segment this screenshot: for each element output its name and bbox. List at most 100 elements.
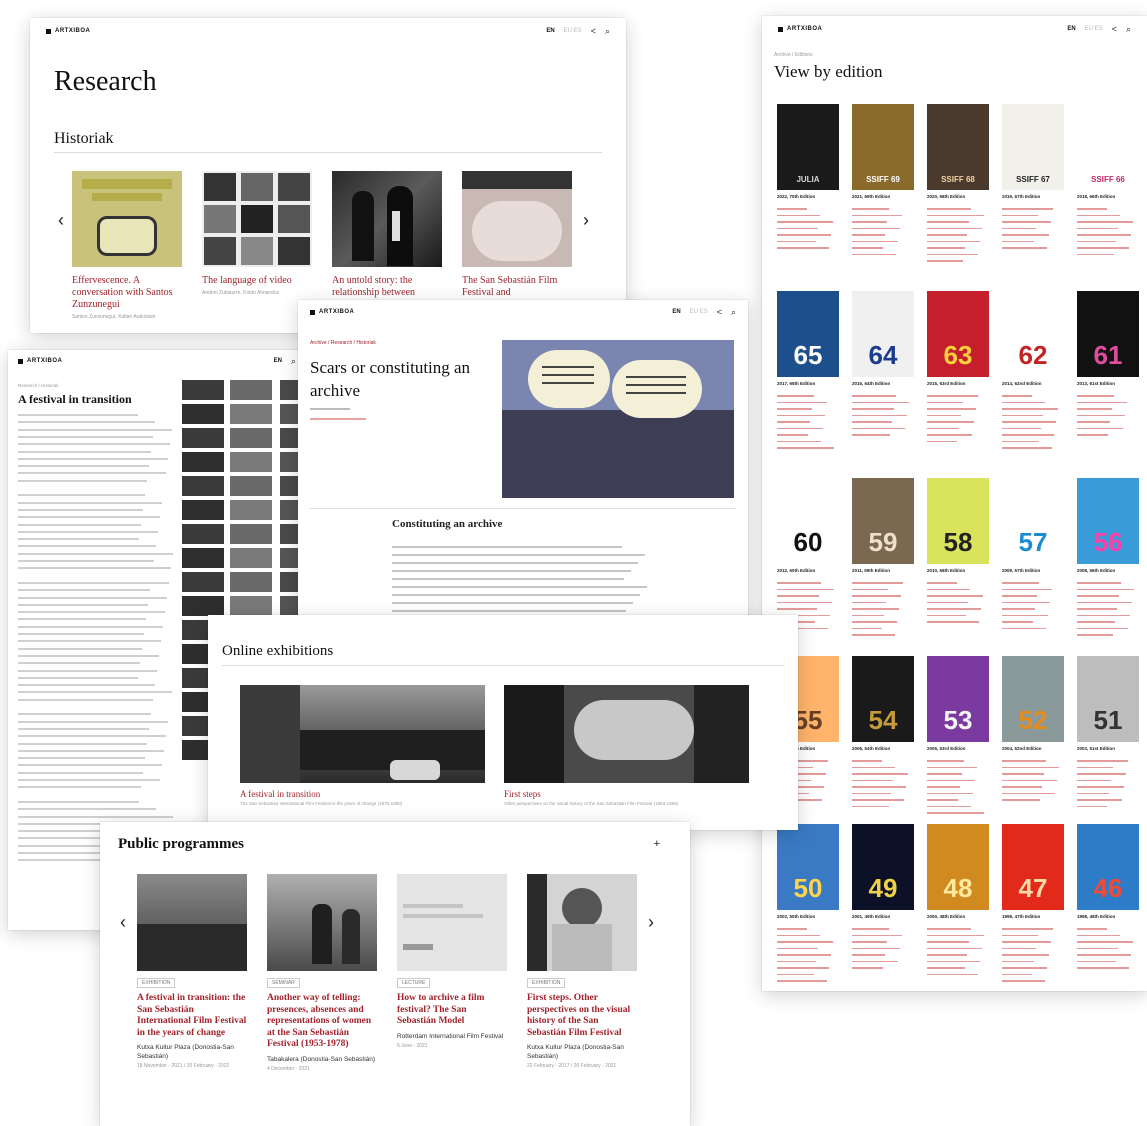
share-icon[interactable]: < [717, 307, 722, 317]
edition-poster[interactable]: 60 [777, 478, 839, 564]
programme-image[interactable] [527, 874, 637, 971]
card-title[interactable]: The San Sebastián Film Festival and [462, 275, 572, 299]
edition-link-list[interactable] [1002, 582, 1062, 634]
edition-link-list[interactable] [1002, 395, 1062, 454]
programme-title[interactable]: First steps. Other perspectives on the v… [527, 993, 637, 1039]
gallery-photo[interactable] [182, 524, 224, 544]
programme-title[interactable]: Another way of telling: presences, absen… [267, 993, 377, 1051]
gallery-photo[interactable] [230, 500, 272, 520]
edition-poster[interactable]: 53 [927, 656, 989, 742]
search-icon[interactable]: ⌕ [1126, 24, 1131, 35]
edition-label[interactable]: 2011, 59th Edition [852, 568, 890, 573]
edition-poster[interactable]: 58 [927, 478, 989, 564]
gallery-photo[interactable] [182, 452, 224, 472]
edition-label[interactable]: 2000, 48th Edition [927, 914, 965, 919]
carousel-prev-arrow[interactable]: ‹ [58, 210, 64, 231]
lang-selector[interactable]: EN [546, 28, 554, 34]
card-title[interactable]: Effervescence. A conversation with Santo… [72, 275, 182, 311]
edition-link-list[interactable] [1077, 208, 1137, 260]
exhibition-image[interactable] [240, 685, 485, 783]
edition-label[interactable]: 2016, 64th Edition [852, 381, 890, 386]
programme-card[interactable]: LECTURE How to archive a film festival? … [397, 874, 507, 1050]
edition-poster[interactable]: 62 [1002, 291, 1064, 377]
edition-poster[interactable]: 59 [852, 478, 914, 564]
edition-label[interactable]: 2009, 57th Edition [1002, 568, 1040, 573]
edition-link-list[interactable] [852, 582, 912, 641]
edition-poster[interactable]: 61 [1077, 291, 1139, 377]
edition-label[interactable]: 2015, 63rd Edition [927, 381, 966, 386]
edition-poster[interactable]: 47 [1002, 824, 1064, 910]
edition-link-list[interactable] [777, 928, 837, 987]
edition-poster[interactable]: SSIFF 67 [1002, 104, 1064, 190]
gallery-photo[interactable] [230, 380, 272, 400]
edition-link-list[interactable] [1077, 395, 1137, 441]
edition-label[interactable]: 1998, 46th Edition [1077, 914, 1115, 919]
edition-label[interactable]: 2018, 66th Edition [1077, 194, 1115, 199]
edition-poster[interactable]: 48 [927, 824, 989, 910]
edition-link-list[interactable] [1002, 208, 1062, 254]
edition-label[interactable]: 2004, 52nd Edition [1002, 746, 1042, 751]
edition-link-list[interactable] [777, 395, 837, 454]
edition-label[interactable]: 2013, 61st Edition [1077, 381, 1115, 386]
card-title[interactable]: An untold story: the relationship betwee… [332, 275, 442, 299]
research-card[interactable]: The San Sebastián Film Festival and [462, 171, 572, 299]
programme-title[interactable]: How to archive a film festival? The San … [397, 993, 507, 1028]
edition-link-list[interactable] [852, 928, 912, 974]
edition-label[interactable]: 2005, 53rd Edition [927, 746, 966, 751]
exhibition-title[interactable]: A festival in transition [240, 789, 485, 799]
edition-link-list[interactable] [777, 208, 837, 254]
gallery-photo[interactable] [230, 548, 272, 568]
edition-link-list[interactable] [1002, 760, 1062, 806]
edition-poster[interactable]: 49 [852, 824, 914, 910]
exhibition-card[interactable]: First steps Other perspectives on the vi… [504, 685, 749, 806]
gallery-photo[interactable] [230, 428, 272, 448]
gallery-photo[interactable] [230, 476, 272, 496]
card-thumbnail[interactable] [202, 171, 312, 267]
gallery-photo[interactable] [182, 596, 224, 616]
gallery-photo[interactable] [182, 380, 224, 400]
gallery-photo[interactable] [182, 428, 224, 448]
edition-poster[interactable]: 54 [852, 656, 914, 742]
edition-label[interactable]: 2001, 49th Edition [852, 914, 890, 919]
brand-logo[interactable]: ARTXIBOA [18, 358, 62, 364]
gallery-photo[interactable] [230, 404, 272, 424]
edition-poster[interactable]: SSIFF 68 [927, 104, 989, 190]
edition-label[interactable]: 2006, 54th Edition [852, 746, 890, 751]
exhibition-image[interactable] [504, 685, 749, 783]
gallery-photo[interactable] [182, 548, 224, 568]
edition-label[interactable]: 2008, 56th Edition [1077, 568, 1115, 573]
programme-card[interactable]: EXHIBITION First steps. Other perspectiv… [527, 874, 637, 1070]
gallery-photo[interactable] [230, 452, 272, 472]
edition-poster[interactable]: 51 [1077, 656, 1139, 742]
research-card[interactable]: An untold story: the relationship betwee… [332, 171, 442, 299]
carousel-prev-arrow[interactable]: ‹ [120, 912, 126, 933]
programme-title[interactable]: A festival in transition: the San Sebast… [137, 993, 247, 1039]
search-icon[interactable]: ⌕ [731, 307, 736, 318]
programme-card[interactable]: EXHIBITION A festival in transition: the… [137, 874, 247, 1070]
lang-others[interactable]: EU ES [690, 309, 708, 315]
expand-plus-icon[interactable]: + [654, 838, 660, 850]
edition-label[interactable]: 2022, 70th Edition [777, 194, 815, 199]
edition-label[interactable]: 1999, 47th Edition [1002, 914, 1040, 919]
gallery-photo[interactable] [182, 572, 224, 592]
edition-label[interactable]: 2012, 60th Edition [777, 568, 815, 573]
research-card[interactable]: Effervescence. A conversation with Santo… [72, 171, 182, 320]
edition-poster[interactable]: 65 [777, 291, 839, 377]
edition-poster[interactable]: JULIA [777, 104, 839, 190]
edition-label[interactable]: 2010, 58th Edition [927, 568, 965, 573]
research-card[interactable]: The language of video Andoni Zubiaurre, … [202, 171, 312, 296]
edition-link-list[interactable] [1077, 928, 1137, 974]
edition-label[interactable]: 2020, 68th Edition [927, 194, 965, 199]
programme-image[interactable] [397, 874, 507, 971]
exhibition-card[interactable]: A festival in transition The San Sebasti… [240, 685, 485, 806]
brand-logo[interactable]: ARTXIBOA [778, 26, 822, 32]
edition-label[interactable]: 2021, 69th Edition [852, 194, 890, 199]
edition-link-list[interactable] [1077, 582, 1137, 641]
edition-link-list[interactable] [927, 760, 987, 819]
edition-label[interactable]: 2014, 62nd Edition [1002, 381, 1042, 386]
edition-link-list[interactable] [927, 395, 987, 447]
carousel-next-arrow[interactable]: › [648, 912, 654, 933]
edition-link-list[interactable] [927, 928, 987, 980]
edition-link-list[interactable] [852, 208, 912, 260]
lang-selector[interactable]: EN [1067, 26, 1075, 32]
